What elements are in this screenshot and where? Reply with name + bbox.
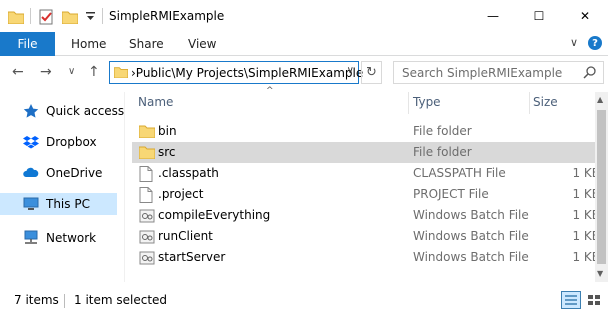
- scrollbar-thumb[interactable]: [597, 110, 606, 264]
- ribbon-tabs: File Home Share View ∨ ?: [0, 32, 608, 56]
- tab-share[interactable]: Share: [129, 37, 164, 51]
- window-title: SimpleRMIExample: [109, 9, 225, 23]
- file-icon: [139, 166, 155, 182]
- details-view-button[interactable]: [561, 291, 581, 309]
- large-icons-view-button[interactable]: [584, 291, 604, 309]
- file-type: Windows Batch File: [413, 250, 529, 264]
- navigation-pane: Quick access Dropbox OneDrive This PC Ne…: [0, 92, 124, 282]
- batch-file-icon: [139, 229, 155, 245]
- file-type: CLASSPATH File: [413, 166, 506, 180]
- sidebar-item-dropbox[interactable]: Dropbox: [0, 131, 117, 153]
- sidebar-item-onedrive[interactable]: OneDrive: [0, 162, 117, 184]
- minimize-button[interactable]: —: [470, 0, 516, 32]
- divider: [102, 8, 103, 24]
- file-type: File folder: [413, 145, 472, 159]
- cloud-icon: [23, 165, 39, 181]
- file-name: runClient: [158, 229, 213, 243]
- file-name: .classpath: [158, 166, 219, 180]
- file-name: .project: [158, 187, 204, 201]
- file-name: startServer: [158, 250, 226, 264]
- file-row[interactable]: src File folder: [132, 142, 607, 163]
- column-header-type[interactable]: Type: [413, 95, 441, 109]
- file-type: Windows Batch File: [413, 208, 529, 222]
- address-dropdown-icon[interactable]: ∨: [347, 65, 354, 76]
- file-name: src: [158, 145, 176, 159]
- properties-icon[interactable]: [38, 8, 54, 26]
- dropbox-icon: [23, 134, 39, 150]
- network-icon: [23, 230, 39, 246]
- search-input[interactable]: Search SimpleRMIExample: [393, 61, 604, 84]
- file-name: compileEverything: [158, 208, 271, 222]
- column-header-name[interactable]: Name: [138, 95, 173, 109]
- scroll-down-icon[interactable]: ▼: [597, 269, 603, 278]
- file-type: PROJECT File: [413, 187, 489, 201]
- up-button[interactable]: ↑: [88, 64, 100, 80]
- expand-ribbon-icon[interactable]: ∨: [570, 36, 578, 49]
- help-icon[interactable]: ?: [588, 36, 602, 50]
- close-button[interactable]: ✕: [562, 0, 608, 32]
- sidebar-item-label: OneDrive: [46, 166, 103, 180]
- search-icon: [583, 65, 597, 82]
- divider: [64, 294, 65, 308]
- column-divider[interactable]: [408, 92, 409, 114]
- file-row[interactable]: startServer Windows Batch File 1 KB: [132, 247, 607, 268]
- refresh-button[interactable]: ↻: [361, 61, 382, 84]
- column-header-size[interactable]: Size: [533, 95, 558, 109]
- title-bar: SimpleRMIExample — ☐ ✕: [0, 0, 608, 32]
- sidebar-item-this-pc[interactable]: This PC: [0, 193, 117, 215]
- sidebar-item-network[interactable]: Network: [0, 227, 117, 249]
- maximize-button[interactable]: ☐: [516, 0, 562, 32]
- details-view-icon: [565, 295, 577, 305]
- sort-ascending-icon: ^: [266, 86, 274, 96]
- column-divider[interactable]: [529, 92, 530, 114]
- sidebar-item-quick-access[interactable]: Quick access: [0, 100, 124, 122]
- file-name: bin: [158, 124, 177, 138]
- sidebar-item-label: Dropbox: [46, 135, 97, 149]
- address-bar[interactable]: ›Public\My Projects\SimpleRMIExample ∨: [109, 61, 363, 84]
- folder-icon: [138, 145, 156, 161]
- item-count: 7 items: [14, 293, 59, 307]
- folder-icon: [8, 8, 24, 26]
- file-row[interactable]: runClient Windows Batch File 1 KB: [132, 226, 607, 247]
- recent-locations-button[interactable]: ∨: [68, 66, 75, 77]
- customize-qat-icon[interactable]: [86, 8, 95, 26]
- file-row[interactable]: .classpath CLASSPATH File 1 KB: [132, 163, 607, 184]
- batch-file-icon: [139, 208, 155, 224]
- computer-icon: [23, 196, 39, 212]
- sidebar-item-label: This PC: [46, 197, 90, 211]
- file-list: ^ Name Type Size bin File folder src Fil…: [126, 86, 608, 282]
- vertical-scrollbar[interactable]: ▲ ▼: [595, 92, 608, 282]
- tab-view[interactable]: View: [188, 37, 216, 51]
- file-row[interactable]: .project PROJECT File 1 KB: [132, 184, 607, 205]
- tab-home[interactable]: Home: [71, 37, 106, 51]
- tab-file[interactable]: File: [0, 32, 55, 56]
- selection-count: 1 item selected: [74, 293, 168, 307]
- status-bar: 7 items 1 item selected: [0, 288, 608, 312]
- folder-icon: [138, 124, 156, 140]
- new-folder-icon[interactable]: [62, 8, 78, 26]
- large-icons-view-icon: [588, 295, 600, 305]
- sidebar-item-label: Quick access: [46, 104, 125, 118]
- search-placeholder: Search SimpleRMIExample: [402, 66, 563, 80]
- file-icon: [139, 187, 155, 203]
- sidebar-item-label: Network: [46, 231, 97, 245]
- star-icon: [23, 103, 39, 119]
- file-type: File folder: [413, 124, 472, 138]
- scroll-up-icon[interactable]: ▲: [597, 95, 603, 104]
- divider: [124, 92, 125, 282]
- file-row[interactable]: compileEverything Windows Batch File 1 K…: [132, 205, 607, 226]
- file-type: Windows Batch File: [413, 229, 529, 243]
- batch-file-icon: [139, 250, 155, 266]
- divider: [30, 8, 31, 24]
- back-button[interactable]: ←: [12, 64, 24, 80]
- file-row[interactable]: bin File folder: [132, 121, 607, 142]
- address-path[interactable]: ›Public\My Projects\SimpleRMIExample: [131, 66, 363, 80]
- folder-icon: [113, 66, 129, 81]
- forward-button[interactable]: →: [40, 64, 52, 80]
